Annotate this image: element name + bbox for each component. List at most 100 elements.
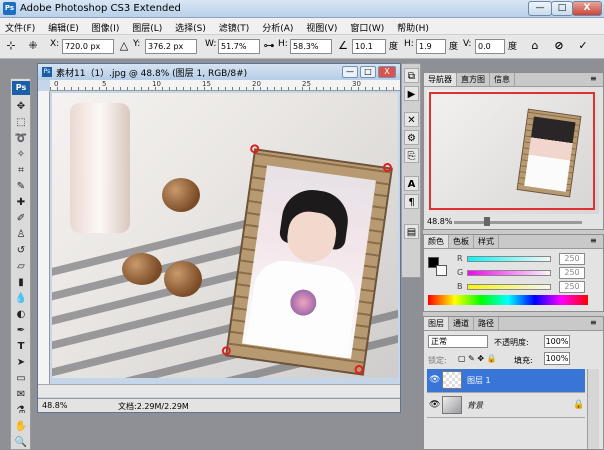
actions-panel-icon[interactable]: ▶ bbox=[404, 86, 419, 101]
tool-presets-icon[interactable]: ⚙ bbox=[404, 130, 419, 145]
layers-scrollbar[interactable] bbox=[587, 369, 599, 449]
width-field[interactable]: 51.7% bbox=[218, 39, 260, 54]
transform-handle-top-left[interactable] bbox=[249, 143, 260, 154]
vskew-field[interactable]: 0.0 bbox=[475, 39, 505, 54]
menu-filter[interactable]: 滤镜(T) bbox=[214, 18, 255, 34]
clone-source-icon[interactable]: ⎘ bbox=[404, 148, 419, 163]
menu-select[interactable]: 选择(S) bbox=[170, 18, 211, 34]
background-color-swatch[interactable] bbox=[436, 265, 447, 276]
doc-minimize-button[interactable]: — bbox=[342, 66, 358, 78]
slice-tool-icon[interactable]: ✎ bbox=[13, 179, 29, 194]
fill-field[interactable]: 100% bbox=[544, 352, 570, 365]
layer-name[interactable]: 图层 1 bbox=[467, 375, 491, 386]
eraser-tool-icon[interactable]: ▱ bbox=[13, 259, 29, 274]
dodge-tool-icon[interactable]: ◐ bbox=[13, 307, 29, 322]
history-brush-icon[interactable]: ↺ bbox=[13, 243, 29, 258]
layer-comps-icon[interactable]: ▤ bbox=[404, 224, 419, 239]
tab-styles[interactable]: 样式 bbox=[474, 235, 499, 248]
visibility-eye-icon[interactable]: 👁 bbox=[429, 400, 441, 410]
menu-edit[interactable]: 编辑(E) bbox=[43, 18, 84, 34]
layer-row[interactable]: 👁 图层 1 bbox=[427, 369, 585, 393]
transform-handle-top-right[interactable] bbox=[382, 162, 393, 173]
doc-close-button[interactable]: X bbox=[378, 66, 396, 78]
document-titlebar[interactable]: Ps 素材11（1）.jpg @ 48.8% (图层 1, RGB/8#) — … bbox=[38, 64, 400, 80]
close-button[interactable]: X bbox=[572, 1, 602, 16]
crop-tool-icon[interactable]: ⌗ bbox=[13, 163, 29, 178]
layer-name[interactable]: 背景 bbox=[467, 400, 483, 411]
transformed-photo-frame[interactable] bbox=[221, 143, 393, 376]
navigator-view-box[interactable] bbox=[429, 92, 595, 210]
path-selection-icon[interactable]: ➤ bbox=[13, 355, 29, 370]
horizontal-scrollbar[interactable] bbox=[38, 384, 400, 397]
menu-window[interactable]: 窗口(W) bbox=[345, 18, 389, 34]
cancel-transform-icon[interactable]: ⊘ bbox=[552, 39, 566, 53]
image-canvas[interactable] bbox=[52, 93, 398, 378]
move-tool-icon[interactable]: ✥ bbox=[13, 99, 29, 114]
brush-tool-icon[interactable]: ✐ bbox=[13, 211, 29, 226]
horizontal-ruler[interactable]: 0 5 10 15 20 25 30 bbox=[50, 80, 400, 91]
marquee-tool-icon[interactable]: ⬚ bbox=[13, 115, 29, 130]
channel-slider[interactable] bbox=[467, 256, 551, 262]
history-panel-icon[interactable]: ⧉ bbox=[404, 68, 419, 83]
minimize-button[interactable]: — bbox=[528, 1, 552, 16]
x-field[interactable]: 720.0 px bbox=[62, 39, 114, 54]
panel-menu-icon[interactable]: ≡ bbox=[590, 318, 597, 327]
angle-field[interactable]: 10.1 bbox=[352, 39, 386, 54]
magic-wand-icon[interactable]: ✧ bbox=[13, 147, 29, 162]
tab-info[interactable]: 信息 bbox=[490, 73, 515, 86]
commit-transform-icon[interactable]: ✓ bbox=[576, 39, 590, 53]
pen-tool-icon[interactable]: ✒ bbox=[13, 323, 29, 338]
channel-slider[interactable] bbox=[467, 284, 551, 290]
shape-tool-icon[interactable]: ▭ bbox=[13, 371, 29, 386]
navigator-zoom-knob[interactable] bbox=[484, 217, 490, 226]
warp-icon[interactable]: ⌂ bbox=[528, 39, 542, 53]
navigator-zoom-value[interactable]: 48.8% bbox=[427, 217, 452, 226]
link-icon[interactable]: ⊶ bbox=[262, 39, 276, 53]
menu-view[interactable]: 视图(V) bbox=[301, 18, 342, 34]
tab-channels[interactable]: 通道 bbox=[449, 317, 474, 330]
tab-paths[interactable]: 路径 bbox=[474, 317, 499, 330]
vertical-ruler[interactable] bbox=[38, 91, 50, 389]
panel-menu-icon[interactable]: ≡ bbox=[590, 74, 597, 83]
lasso-tool-icon[interactable]: ➰ bbox=[13, 131, 29, 146]
menu-help[interactable]: 帮助(H) bbox=[392, 18, 434, 34]
doc-maximize-button[interactable]: □ bbox=[360, 66, 376, 78]
navigator-thumbnail[interactable] bbox=[427, 90, 599, 214]
panel-menu-icon[interactable]: ≡ bbox=[590, 236, 597, 245]
healing-brush-icon[interactable]: ✚ bbox=[13, 195, 29, 210]
status-zoom[interactable]: 48.8% bbox=[42, 401, 67, 410]
hskew-field[interactable]: 1.9 bbox=[416, 39, 446, 54]
brushes-panel-icon[interactable]: ✕ bbox=[404, 112, 419, 127]
menu-analysis[interactable]: 分析(A) bbox=[257, 18, 298, 34]
reference-point-icon[interactable]: ⁜ bbox=[26, 39, 40, 53]
y-field[interactable]: 376.2 px bbox=[145, 39, 197, 54]
relative-position-icon[interactable]: △ bbox=[117, 39, 131, 53]
paragraph-panel-icon[interactable]: ¶ bbox=[404, 194, 419, 209]
blur-tool-icon[interactable]: 💧 bbox=[13, 291, 29, 306]
menu-file[interactable]: 文件(F) bbox=[0, 18, 40, 34]
channel-value[interactable]: 250 bbox=[559, 281, 585, 293]
tab-navigator[interactable]: 导航器 bbox=[424, 73, 457, 86]
lock-icons[interactable]: ▢ ✎ ✥ 🔒 bbox=[458, 354, 497, 363]
tab-layers[interactable]: 图层 bbox=[424, 317, 449, 330]
visibility-eye-icon[interactable]: 👁 bbox=[429, 375, 441, 385]
navigator-zoom-slider[interactable] bbox=[454, 221, 582, 224]
blend-mode-select[interactable]: 正常 bbox=[428, 335, 488, 348]
tab-color[interactable]: 颜色 bbox=[424, 235, 449, 248]
notes-tool-icon[interactable]: ✉ bbox=[13, 387, 29, 402]
gradient-tool-icon[interactable]: ▮ bbox=[13, 275, 29, 290]
hand-tool-icon[interactable]: ✋ bbox=[13, 419, 29, 434]
channel-value[interactable]: 250 bbox=[559, 267, 585, 279]
zoom-tool-icon[interactable]: 🔍 bbox=[13, 435, 29, 450]
type-tool-icon[interactable]: T bbox=[13, 339, 29, 354]
channel-slider[interactable] bbox=[467, 270, 551, 276]
color-spectrum-bar[interactable] bbox=[428, 295, 588, 305]
eyedropper-icon[interactable]: ⚗ bbox=[13, 403, 29, 418]
height-field[interactable]: 58.3% bbox=[290, 39, 332, 54]
menu-image[interactable]: 图像(I) bbox=[87, 18, 125, 34]
layer-row[interactable]: 👁 背景 🔒 bbox=[427, 394, 585, 418]
menu-layer[interactable]: 图层(L) bbox=[127, 18, 167, 34]
tab-swatches[interactable]: 色板 bbox=[449, 235, 474, 248]
status-doc-info[interactable]: 文档:2.29M/2.29M bbox=[118, 401, 189, 412]
transform-tool-icon[interactable]: ⊹ bbox=[4, 39, 18, 53]
